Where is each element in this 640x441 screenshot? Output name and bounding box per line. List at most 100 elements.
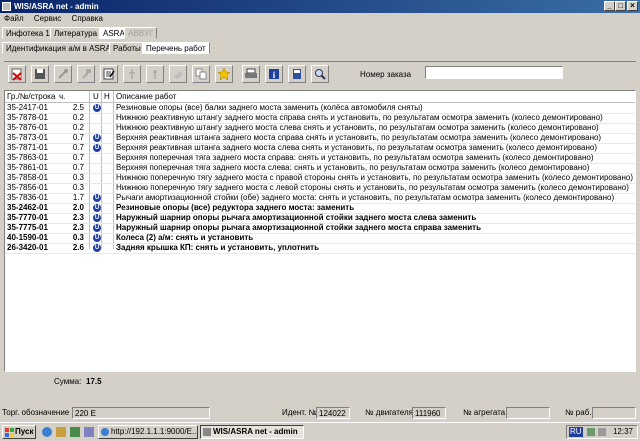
maximize-button[interactable]: □ — [615, 1, 626, 11]
volume-icon[interactable] — [598, 428, 606, 436]
aggregate-value — [506, 407, 550, 419]
taskbar-browser[interactable]: http://192.1.1.1:9000/E... — [98, 425, 198, 439]
menu-file[interactable]: Файл — [0, 13, 28, 25]
wrench-icon — [58, 69, 68, 79]
delete-button[interactable] — [8, 65, 26, 83]
delete-icon — [11, 68, 22, 81]
tab-work-list[interactable]: Перечень работ — [142, 42, 210, 54]
pushpin-icon — [153, 70, 157, 79]
status-bar: Торг. обозначение 220 E Идент. № 124022 … — [0, 406, 640, 420]
clock: 12:37 — [612, 427, 633, 436]
work-hours: 0.3 — [72, 173, 84, 182]
info-button[interactable]: i — [265, 65, 283, 83]
tool-button-4[interactable] — [146, 65, 164, 83]
work-hours: 2.6 — [72, 243, 84, 252]
work-description: Верхняя реактивная штанга заднего моста … — [116, 133, 602, 142]
header-u[interactable]: U — [93, 91, 99, 102]
u-marker-icon: U — [93, 103, 101, 112]
u-marker-icon: U — [93, 243, 101, 252]
tool-button-1[interactable] — [54, 65, 72, 83]
torg-value: 220 E — [72, 407, 210, 419]
work-code: 35-7863-01 — [7, 153, 48, 162]
work-description: Нижнюю поперечную тягу заднего моста с л… — [116, 183, 629, 192]
work-description: Верхняя реактивная штанга заднего моста … — [116, 143, 597, 152]
aggregate-label: № агрегата — [463, 408, 506, 417]
minimize-button[interactable]: _ — [604, 1, 615, 11]
book-button[interactable] — [288, 65, 306, 83]
tool-button-5[interactable] — [169, 65, 187, 83]
start-button[interactable]: Пуск — [2, 425, 36, 439]
work-description: Нижнюю поперечную тягу заднего моста с п… — [116, 173, 634, 182]
tool-button-3[interactable] — [123, 65, 141, 83]
copy-icon — [195, 68, 207, 80]
work-code: 35-7878-01 — [7, 113, 48, 122]
work-code: 26-3420-01 — [7, 243, 48, 252]
menu-help[interactable]: Справка — [68, 13, 107, 25]
save-icon — [35, 69, 45, 79]
title-bar: WIS/ASRA net - admin _ □ × — [0, 0, 640, 13]
u-cell: U — [93, 203, 101, 213]
window-title: WIS/ASRA net - admin — [14, 2, 99, 11]
desktop-quicklaunch-icon[interactable] — [56, 427, 66, 437]
tab-infoteka[interactable]: Инфотека 1 — [2, 27, 54, 39]
edit-button[interactable] — [100, 65, 118, 83]
sum-value: 17.5 — [86, 377, 102, 386]
print-button[interactable] — [242, 65, 260, 83]
menu-service[interactable]: Сервис — [30, 13, 65, 25]
work-hours: 0.7 — [72, 143, 84, 152]
tab-avvug[interactable]: ABBУГ — [124, 27, 158, 39]
ie-quicklaunch-icon[interactable] — [42, 427, 52, 437]
book-icon — [293, 69, 301, 79]
work-code: 35-7876-01 — [7, 123, 48, 132]
header-hours[interactable]: ч. — [59, 91, 76, 102]
u-cell: U — [93, 143, 101, 153]
start-label: Пуск — [15, 427, 34, 436]
tool-button-2[interactable] — [77, 65, 95, 83]
app-quicklaunch-icon[interactable] — [84, 427, 94, 437]
work-description: Резиновые опоры (все) балки заднего мост… — [116, 103, 423, 112]
network-icon[interactable] — [587, 428, 595, 436]
copy-button[interactable] — [192, 65, 210, 83]
order-number-input[interactable] — [425, 66, 563, 79]
torg-label: Торг. обозначение — [2, 408, 70, 417]
app-task-icon — [203, 428, 211, 436]
work-hours: 0.7 — [72, 163, 84, 172]
u-marker-icon: U — [93, 133, 101, 142]
work-code: 35-7871-01 — [7, 143, 48, 152]
work-hours: 0.7 — [72, 153, 84, 162]
work-hours: 2.3 — [72, 213, 84, 222]
printer-icon — [245, 68, 257, 78]
work-hours: 1.7 — [72, 193, 84, 202]
work-code: 35-7836-01 — [7, 193, 48, 202]
work-list-grid: Гр./№/строка ч. U Н Описание работ 35-24… — [4, 90, 636, 372]
edit-list-icon — [103, 68, 115, 80]
work-code: 35-7775-01 — [7, 223, 48, 232]
taskbar-wis-asra[interactable]: WIS/ASRA net - admin — [200, 425, 304, 439]
u-marker-icon: U — [93, 203, 101, 212]
tab-identification[interactable]: Идентификация а/м в ASRA — [2, 42, 115, 54]
ident-value: 124022 — [316, 407, 350, 419]
work-hours: 0.2 — [72, 113, 84, 122]
header-n[interactable]: Н — [104, 91, 110, 102]
header-code[interactable]: Гр./№/строка — [7, 91, 55, 102]
work-hours: 2.0 — [72, 203, 84, 212]
tab-literature[interactable]: Литература — [50, 27, 102, 39]
language-indicator[interactable]: RU — [569, 427, 583, 437]
media-quicklaunch-icon[interactable] — [70, 427, 80, 437]
engine-label: № двигателя — [365, 408, 413, 417]
work-code: 35-7856-01 — [7, 183, 48, 192]
favorite-button[interactable] — [215, 65, 233, 83]
save-button[interactable] — [31, 65, 49, 83]
search-button[interactable] — [311, 65, 329, 83]
work-description: Рычаги амортизационной стойки (обе) задн… — [116, 193, 615, 202]
ident-label: Идент. № — [282, 408, 318, 417]
close-button[interactable]: × — [627, 1, 638, 11]
work-description: Задняя крышка КП: снять и установить, уп… — [116, 243, 320, 252]
work-code: 35-7861-01 — [7, 163, 48, 172]
work-hours: 0.3 — [72, 183, 84, 192]
rab-value — [592, 407, 636, 419]
tab-works[interactable]: Работы — [109, 42, 145, 54]
header-description[interactable]: Описание работ — [116, 91, 176, 102]
table-row[interactable]: 26-3420-01 2.6 U Задняя крышка КП: снять и … — [5, 243, 635, 254]
work-code: 35-7873-01 — [7, 133, 48, 142]
